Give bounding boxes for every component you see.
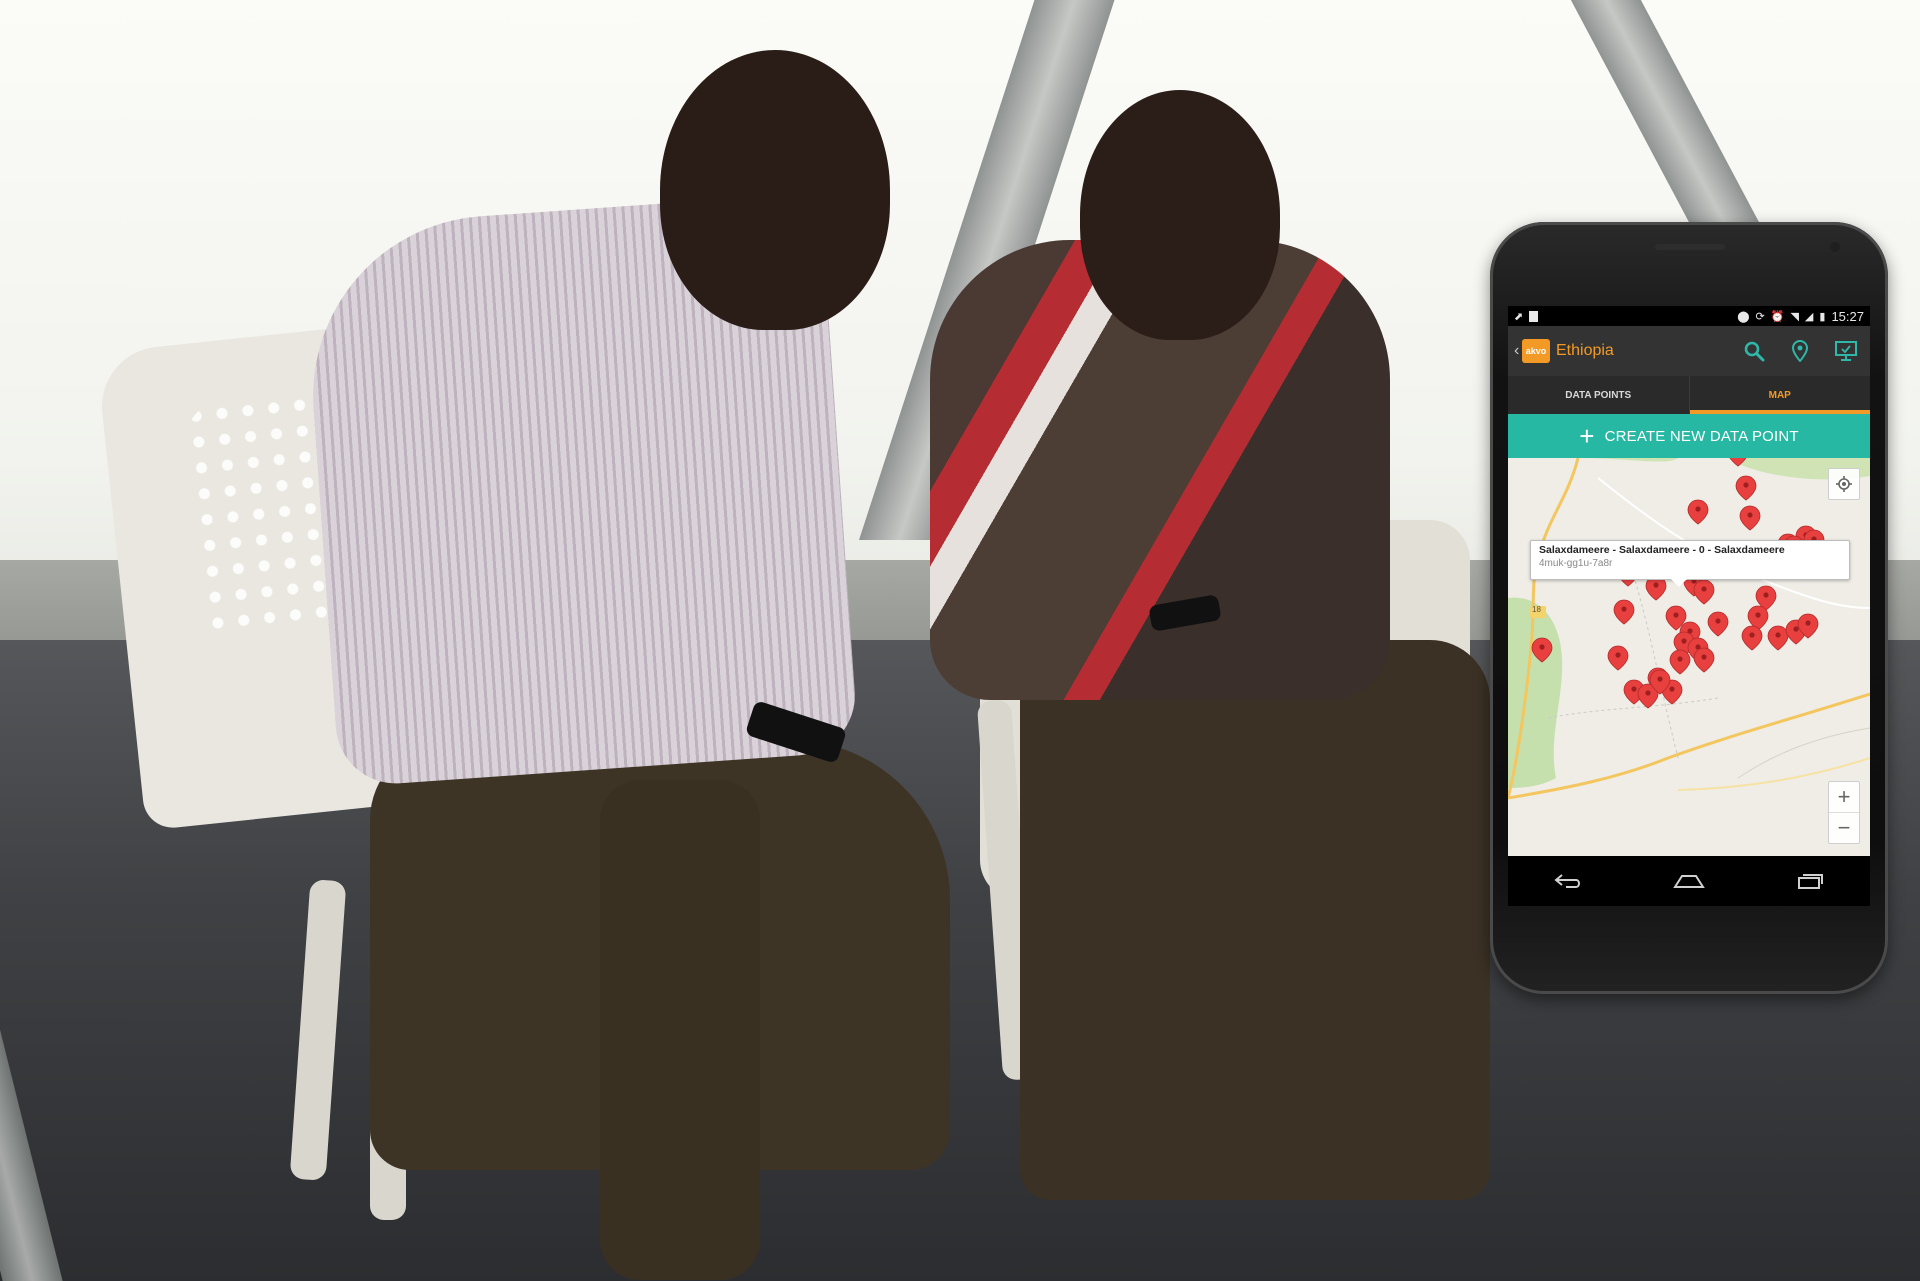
map-marker[interactable] <box>1767 625 1789 651</box>
create-data-point-button[interactable]: + CREATE NEW DATA POINT <box>1508 414 1870 458</box>
zoom-out-button[interactable]: − <box>1829 812 1859 843</box>
location-button[interactable] <box>1788 339 1812 363</box>
phone-screen: ⬈ ⬤ ⟳ ⏰ ◥ ◢ ▮ 15:27 ‹ akvo Ethiopia DATA… <box>1508 306 1870 906</box>
map-pins-layer <box>1531 458 1825 709</box>
map-marker[interactable] <box>1687 499 1709 525</box>
map-marker[interactable] <box>1613 599 1635 625</box>
up-chevron-icon[interactable]: ‹ <box>1514 342 1522 360</box>
nav-recents-icon <box>1797 874 1823 889</box>
person-right-head <box>1080 90 1280 340</box>
map-marker[interactable] <box>1741 625 1763 651</box>
nav-recents-button[interactable] <box>1785 866 1835 896</box>
nav-home-button[interactable] <box>1664 866 1714 896</box>
zoom-in-button[interactable]: + <box>1829 782 1859 812</box>
survey-title: Ethiopia <box>1556 342 1614 359</box>
search-icon <box>1744 341 1765 362</box>
location-status-icon: ⬤ <box>1737 310 1750 323</box>
sync-button[interactable] <box>1834 339 1858 363</box>
person-right-legs <box>1020 640 1490 1200</box>
map-marker[interactable] <box>1728 458 1748 467</box>
system-nav-bar <box>1508 856 1870 906</box>
search-button[interactable] <box>1742 339 1766 363</box>
map-marker[interactable] <box>1693 579 1715 605</box>
battery-icon: ▮ <box>1819 310 1826 323</box>
location-pin-icon <box>1791 340 1809 362</box>
nav-back-icon <box>1554 874 1581 888</box>
data-point-callout[interactable]: Salaxdameere - Salaxdameere - 0 - Salaxd… <box>1530 540 1850 587</box>
tab-data-points[interactable]: DATA POINTS <box>1508 376 1689 414</box>
zoom-controls: + − <box>1828 781 1860 844</box>
alarm-icon: ⏰ <box>1770 310 1785 323</box>
map-marker[interactable] <box>1607 645 1629 671</box>
action-bar: ‹ akvo Ethiopia <box>1508 326 1870 376</box>
nav-back-button[interactable] <box>1543 866 1593 896</box>
phone-device: ⬈ ⬤ ⟳ ⏰ ◥ ◢ ▮ 15:27 ‹ akvo Ethiopia DATA… <box>1490 222 1888 994</box>
my-location-icon <box>1836 476 1852 492</box>
sync-status-icon: ⟳ <box>1755 310 1765 323</box>
app-logo[interactable]: akvo <box>1522 339 1550 363</box>
map-marker[interactable] <box>1693 647 1715 673</box>
notification-icon: ⬈ <box>1514 310 1524 323</box>
phone-camera <box>1830 242 1840 252</box>
phone-speaker <box>1655 244 1725 250</box>
map-marker[interactable] <box>1735 475 1757 501</box>
map-marker[interactable] <box>1707 611 1729 637</box>
map-marker[interactable] <box>1531 637 1553 663</box>
callout-title: Salaxdameere - Salaxdameere - 0 - Salaxd… <box>1539 544 1785 556</box>
tab-bar: DATA POINTS MAP <box>1508 376 1870 414</box>
callout-id: 4muk-gg1u-7a8r <box>1539 558 1613 569</box>
person-left-head <box>660 50 890 330</box>
status-bar: ⬈ ⬤ ⟳ ⏰ ◥ ◢ ▮ 15:27 <box>1508 306 1870 326</box>
tab-map[interactable]: MAP <box>1688 376 1871 414</box>
plus-icon: + <box>1579 421 1595 451</box>
monitor-sync-icon <box>1835 341 1857 361</box>
create-data-point-label: CREATE NEW DATA POINT <box>1604 427 1799 445</box>
map-marker[interactable] <box>1669 649 1691 675</box>
map-view[interactable]: 18 Salaxdameere - Salaxdameere - 0 - Sal… <box>1508 458 1870 856</box>
signal-icon: ◢ <box>1804 310 1814 323</box>
sd-card-icon <box>1529 310 1539 322</box>
my-location-button[interactable] <box>1828 468 1860 500</box>
wifi-icon: ◥ <box>1790 310 1799 323</box>
status-time: 15:27 <box>1831 308 1864 324</box>
map-marker[interactable] <box>1739 505 1761 531</box>
person-left-shin <box>600 780 760 1280</box>
nav-home-icon <box>1673 875 1705 888</box>
